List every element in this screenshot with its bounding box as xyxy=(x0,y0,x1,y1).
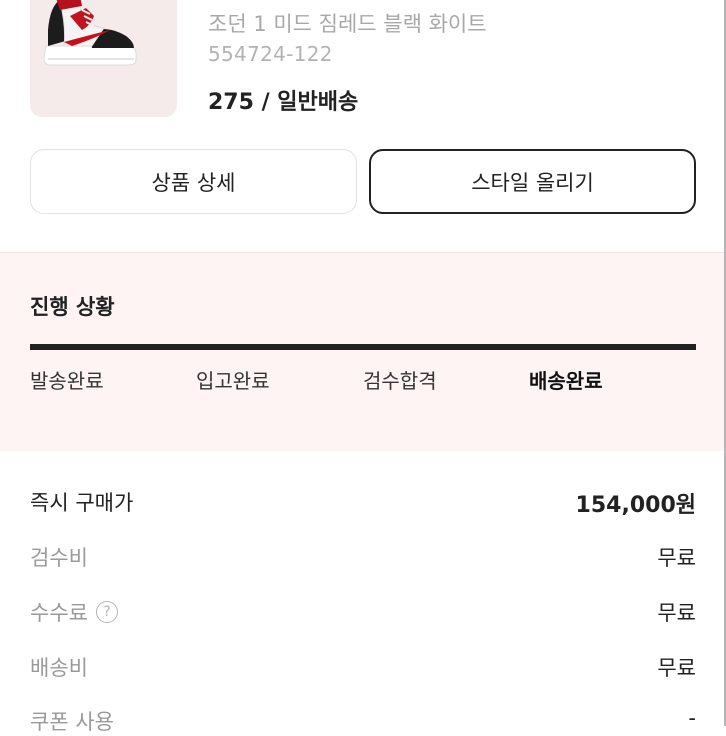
product-detail-button[interactable]: 상품 상세 xyxy=(30,149,357,214)
step-delivered: 배송완료 xyxy=(529,369,603,393)
shipping-fee-label: 배송비 xyxy=(30,656,88,680)
question-circle-icon[interactable]: ? xyxy=(95,601,118,623)
progress-bar xyxy=(30,344,696,350)
instant-buy-price-label: 즉시 구매가 xyxy=(30,491,134,515)
instant-buy-price-value: 154,000원 xyxy=(575,493,696,518)
product-name: 조던 1 미드 짐레드 블랙 화이트 xyxy=(208,12,487,36)
step-inspection-passed: 검수합격 xyxy=(363,369,437,393)
step-warehoused: 입고완료 xyxy=(196,369,270,393)
progress-section: 진행 상황 발송완료 입고완료 검수합격 배송완료 xyxy=(0,252,724,451)
commission-fee-label: 수수료 xyxy=(30,601,88,625)
sneaker-image xyxy=(43,0,137,66)
step-shipped: 발송완료 xyxy=(30,369,104,393)
size-shipping-info: 275 / 일반배송 xyxy=(208,90,359,115)
coupon-usage-label: 쿠폰 사용 xyxy=(30,710,114,734)
commission-fee-row: 수수료 ? xyxy=(30,597,118,627)
shipping-fee-value: 무료 xyxy=(657,656,696,680)
upload-style-button[interactable]: 스타일 올리기 xyxy=(369,149,696,214)
product-image[interactable] xyxy=(30,0,177,117)
product-model-number: 554724-122 xyxy=(208,42,333,66)
inspection-fee-value: 무료 xyxy=(657,546,696,570)
coupon-usage-value: - xyxy=(688,706,696,730)
commission-fee-value: 무료 xyxy=(657,601,696,625)
progress-title: 진행 상황 xyxy=(30,295,115,319)
inspection-fee-label: 검수비 xyxy=(30,546,88,570)
